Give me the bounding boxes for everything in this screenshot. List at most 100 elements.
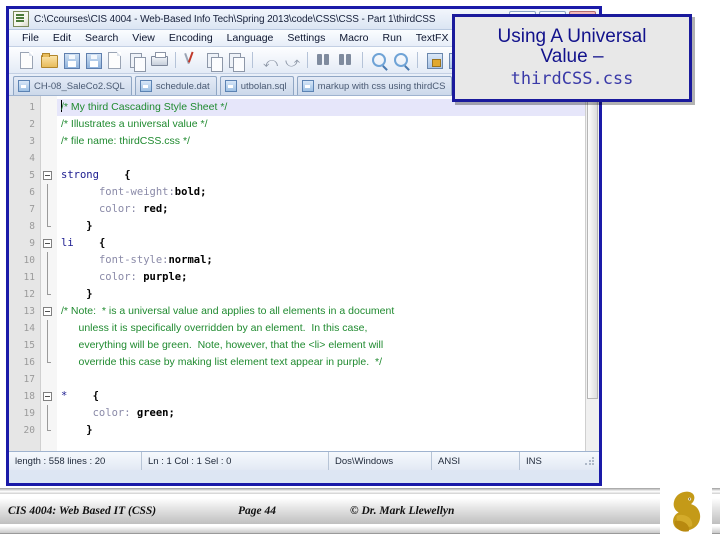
code-token-val: green; (136, 407, 175, 419)
code-line[interactable]: color: green; (57, 405, 599, 422)
find-icon[interactable] (314, 50, 334, 70)
tab-utbolan-sql[interactable]: utbolan.sql (219, 76, 294, 95)
line-number: 13 (23, 306, 35, 317)
code-token-comment: unless it is specifically overridden by … (61, 322, 368, 334)
code-token-selector: li (61, 237, 74, 249)
line-number: 19 (23, 408, 35, 419)
copy-icon[interactable] (204, 50, 224, 72)
menu-item-macro[interactable]: Macro (332, 32, 375, 44)
code-token-selector: strong (61, 169, 99, 181)
line-number: 12 (23, 289, 35, 300)
code-line[interactable]: strong { (57, 167, 599, 184)
sync-vertical-icon[interactable] (424, 50, 444, 70)
menu-item-search[interactable]: Search (78, 32, 125, 44)
tab-document-icon (224, 80, 237, 92)
toolbar-separator (307, 52, 308, 68)
paste-icon[interactable] (226, 50, 246, 72)
resize-grip-icon[interactable] (584, 455, 596, 467)
line-number: 5 (29, 170, 35, 181)
toolbar-separator (175, 52, 176, 68)
menu-item-edit[interactable]: Edit (46, 32, 78, 44)
code-line[interactable]: li { (57, 235, 599, 252)
code-token-comment: override this case by making list elemen… (61, 356, 383, 368)
code-line[interactable]: } (57, 286, 599, 303)
code-token-comment: /* Illustrates a universal value */ (61, 118, 208, 130)
line-number: 1 (29, 102, 35, 113)
fold-end-marker (41, 286, 57, 303)
code-text-area[interactable]: /* My third Cascading Style Sheet */ /* I… (57, 96, 599, 451)
menu-item-file[interactable]: File (15, 32, 46, 44)
menu-item-settings[interactable]: Settings (280, 32, 332, 44)
fold-toggle-icon[interactable] (41, 388, 57, 405)
code-line[interactable]: override this case by making list elemen… (57, 354, 599, 371)
fold-toggle-icon[interactable] (41, 235, 57, 252)
code-line[interactable]: unless it is specifically overridden by … (57, 320, 599, 337)
code-line[interactable]: font-style:normal; (57, 252, 599, 269)
code-editor[interactable]: 1 2 3 4 5 6 7 8 9 10 11 12 13 14 15 16 17 18 19 20 /* My th… (9, 96, 599, 452)
zoom-out-icon[interactable] (391, 50, 411, 70)
code-line[interactable]: everything will be green. Note, however,… (57, 337, 599, 354)
status-caret-position: Ln : 1 Col : 1 Sel : 0 (142, 452, 329, 470)
new-file-icon[interactable] (17, 50, 37, 70)
open-file-icon[interactable] (39, 50, 59, 70)
line-number: 3 (29, 136, 35, 147)
close-file-icon[interactable] (105, 50, 125, 70)
tab-label: CH-08_SaleCo2.SQL (34, 80, 125, 92)
code-line[interactable]: color: red; (57, 201, 599, 218)
code-line[interactable]: * { (57, 388, 599, 405)
menu-item-encoding[interactable]: Encoding (162, 32, 220, 44)
cut-icon[interactable] (182, 50, 202, 70)
code-line[interactable]: } (57, 422, 599, 439)
fold-toggle-icon[interactable] (41, 303, 57, 320)
save-all-icon[interactable] (83, 50, 103, 70)
tab-schedule-dat[interactable]: schedule.dat (134, 76, 217, 95)
menu-item-textfx[interactable]: TextFX (409, 32, 456, 44)
fold-end-marker (41, 354, 57, 371)
fold-toggle-icon[interactable] (41, 167, 57, 184)
menu-item-language[interactable]: Language (220, 32, 281, 44)
line-number: 18 (23, 391, 35, 402)
scrollbar-thumb[interactable] (587, 97, 598, 399)
redo-icon[interactable]: ⤻ (281, 50, 301, 70)
fold-guide-line (41, 337, 57, 354)
code-token-val: bold; (174, 186, 207, 198)
slide-footer: CIS 4004: Web Based IT (CSS) Page 44 © D… (0, 486, 720, 540)
fold-empty (41, 371, 57, 388)
fold-end-marker (41, 218, 57, 235)
callout-line-3: thirdCSS.css (510, 68, 634, 89)
code-line[interactable]: /* Illustrates a universal value */ (57, 116, 599, 133)
tab-markup-with-css[interactable]: markup with css using thirdCS (296, 76, 453, 95)
tab-ch08-saleco2-sql[interactable]: CH-08_SaleCo2.SQL (13, 76, 132, 95)
line-number: 9 (29, 238, 35, 249)
code-line[interactable]: /* Note: * is a universal value and appl… (57, 303, 599, 320)
code-fold-margin[interactable] (41, 96, 57, 451)
callout-line-1: Using A Universal (497, 25, 647, 47)
editor-vertical-scrollbar[interactable] (585, 96, 599, 451)
status-bar: length : 558 lines : 20 Ln : 1 Col : 1 S… (9, 452, 599, 470)
code-token-prop: font-weight: (98, 186, 175, 198)
code-line[interactable]: font-weight:bold; (57, 184, 599, 201)
replace-icon[interactable] (336, 50, 356, 70)
close-all-icon[interactable] (127, 50, 147, 72)
menu-item-run[interactable]: Run (376, 32, 409, 44)
code-line[interactable]: } (57, 218, 599, 235)
pegasus-icon (673, 491, 701, 532)
code-line[interactable] (57, 150, 599, 167)
code-line[interactable]: /* file name: thirdCSS.css */ (57, 133, 599, 150)
code-token-prop: color: (98, 203, 144, 215)
code-line[interactable] (57, 371, 599, 388)
zoom-in-icon[interactable] (369, 50, 389, 70)
status-eol-format: Dos\Windows (329, 452, 432, 470)
window-title: C:\Ccourses\CIS 4004 - Web-Based Info Te… (34, 13, 436, 25)
undo-icon[interactable]: ⤺ (259, 50, 279, 70)
menu-item-view[interactable]: View (125, 32, 162, 44)
print-icon[interactable] (149, 50, 169, 70)
code-line[interactable]: color: purple; (57, 269, 599, 286)
line-number: 14 (23, 323, 35, 334)
save-icon[interactable] (61, 50, 81, 70)
